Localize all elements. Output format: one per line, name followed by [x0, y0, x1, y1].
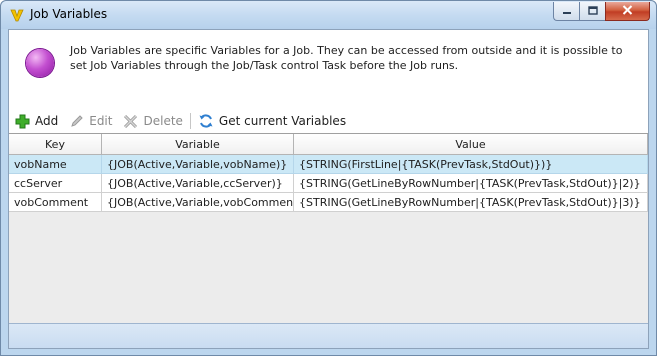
column-header-value[interactable]: Value — [294, 134, 648, 155]
maximize-button[interactable] — [579, 2, 605, 21]
get-current-variables-label: Get current Variables — [218, 114, 347, 128]
plus-icon — [14, 113, 30, 129]
delete-button-label: Delete — [143, 114, 183, 128]
close-icon — [622, 4, 633, 18]
cell-value[interactable]: {STRING(FirstLine|{TASK(PrevTask,StdOut)… — [294, 155, 648, 174]
add-button-label: Add — [35, 114, 59, 128]
window-controls — [553, 2, 650, 21]
minimize-button[interactable] — [553, 2, 579, 21]
cell-value[interactable]: {STRING(GetLineByRowNumber|{TASK(PrevTas… — [294, 193, 648, 212]
get-current-variables-button[interactable]: Get current Variables — [193, 111, 351, 131]
table-row[interactable]: ccServer {JOB(Active,Variable,ccServer)}… — [9, 174, 648, 193]
column-header-variable[interactable]: Variable — [102, 134, 294, 155]
cell-key[interactable]: vobName — [9, 155, 102, 174]
table-row[interactable]: vobName {JOB(Active,Variable,vobName)} {… — [9, 155, 648, 174]
info-panel: Job Variables are specific Variables for… — [9, 30, 648, 106]
window-title: Job Variables — [30, 7, 108, 21]
edit-button-label: Edit — [89, 114, 113, 128]
title-bar[interactable]: Job Variables — [1, 1, 656, 29]
add-button[interactable]: Add — [9, 111, 63, 131]
toolbar: Add Edit Delete Get current Variables — [9, 110, 648, 132]
refresh-icon — [198, 113, 214, 129]
cell-key[interactable]: vobComment — [9, 193, 102, 212]
purple-circle-icon — [26, 49, 54, 77]
pencil-icon — [68, 113, 84, 129]
grid-header: Key Variable Value — [9, 134, 648, 155]
cell-variable[interactable]: {JOB(Active,Variable,vobName)} — [102, 155, 294, 174]
cell-key[interactable]: ccServer — [9, 174, 102, 193]
cell-value[interactable]: {STRING(GetLineByRowNumber|{TASK(PrevTas… — [294, 174, 648, 193]
app-logo-icon — [9, 7, 25, 23]
job-variables-window: Job Variables Job Variables are specific… — [0, 0, 657, 356]
delete-x-icon — [122, 113, 138, 129]
toolbar-separator — [189, 113, 191, 129]
grid-rows: vobName {JOB(Active,Variable,vobName)} {… — [9, 155, 648, 212]
close-button[interactable] — [605, 2, 650, 21]
cell-variable[interactable]: {JOB(Active,Variable,vobComment)} — [102, 193, 294, 212]
status-bar — [9, 323, 648, 348]
dialog-content: Job Variables are specific Variables for… — [8, 29, 649, 349]
edit-button[interactable]: Edit — [63, 111, 117, 131]
minimize-icon — [562, 5, 572, 18]
delete-button[interactable]: Delete — [117, 111, 187, 131]
info-description: Job Variables are specific Variables for… — [70, 44, 623, 72]
maximize-icon — [587, 5, 598, 18]
table-row[interactable]: vobComment {JOB(Active,Variable,vobComme… — [9, 193, 648, 212]
column-header-key[interactable]: Key — [9, 134, 102, 155]
variables-grid[interactable]: Key Variable Value vobName {JOB(Active,V… — [9, 133, 648, 323]
cell-variable[interactable]: {JOB(Active,Variable,ccServer)} — [102, 174, 294, 193]
